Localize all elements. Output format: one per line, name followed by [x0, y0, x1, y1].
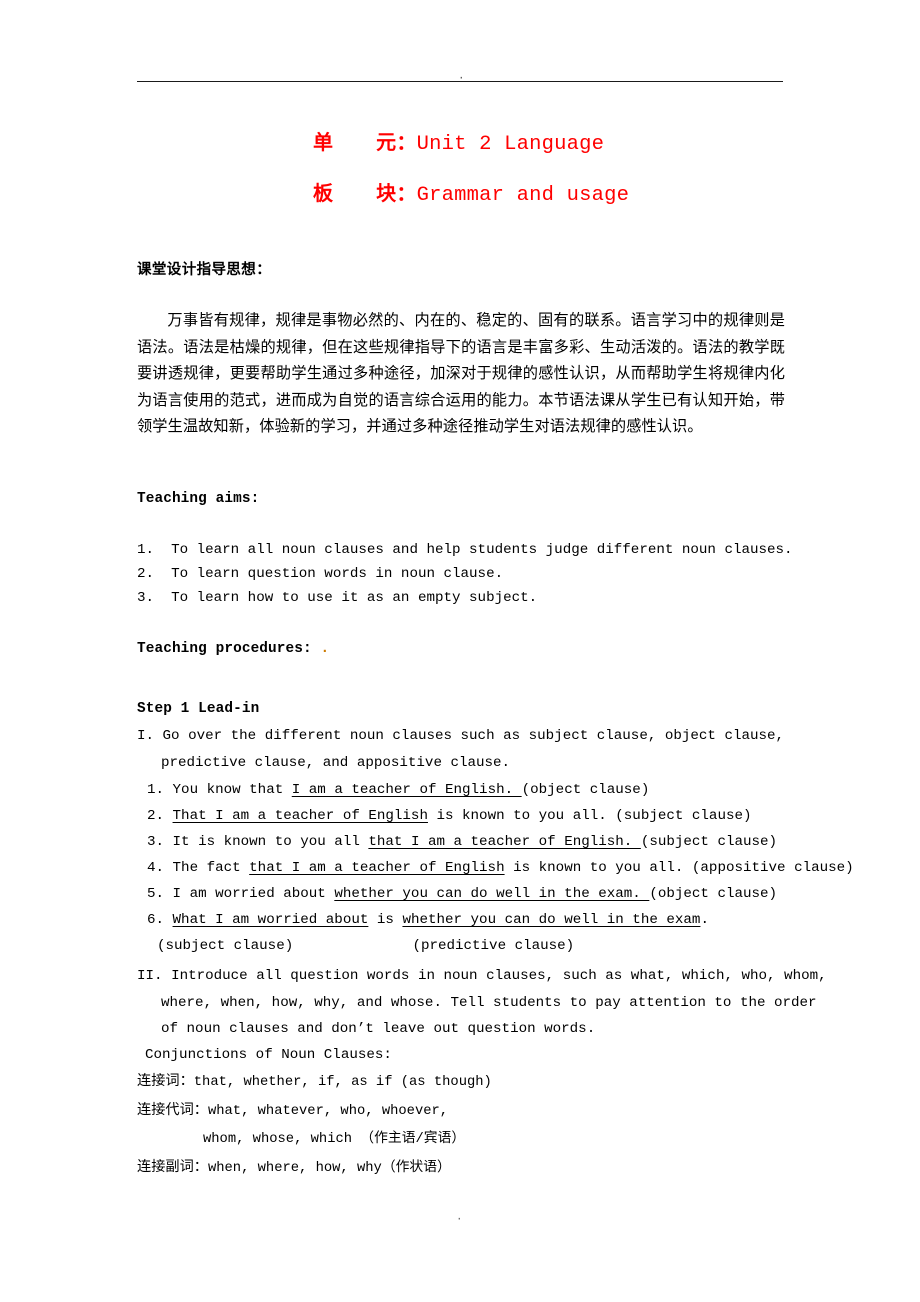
roman-ii-marker: II. [137, 968, 163, 984]
teaching-aim-item: 3. To learn how to use it as an empty su… [137, 586, 785, 610]
header-divider-rule [137, 81, 783, 82]
example-underlined-clause: That I am a teacher of English [172, 808, 428, 824]
conjunction-value: when, where, how, why（作状语） [207, 1160, 451, 1176]
aim-text: To learn how to use it as an empty subje… [171, 590, 538, 606]
example-plain: is [368, 912, 403, 928]
example-plain: The fact [172, 860, 250, 876]
aim-text: To learn all noun clauses and help stude… [171, 542, 793, 558]
roman-i-text1: Go over the different noun clauses such … [162, 728, 785, 744]
example-period: . [700, 912, 709, 928]
example-underlined-clause: whether you can do well in the exam. [334, 886, 650, 902]
teaching-aim-item: 2. To learn question words in noun claus… [137, 562, 785, 586]
title-unit-separator: ： [396, 130, 417, 154]
example6-left-label: (subject clause) [157, 938, 294, 954]
example-row: 3. It is known to you all that I am a te… [137, 829, 785, 855]
conjunction-value: whom, whose, which （作主语/宾语） [203, 1132, 466, 1147]
title-line-section: 板 块：Grammar and usage [137, 169, 783, 220]
example6-right-label: (predictive clause) [412, 938, 575, 954]
conjunction-row: whom, whose, which （作主语/宾语） [137, 1125, 785, 1154]
header-page-marker: · [458, 73, 465, 85]
aim-number: 3. [137, 590, 155, 606]
example-number: 6. [147, 912, 165, 928]
example-number: 3. [147, 834, 165, 850]
step1-roman-i: I. Go over the different noun clauses su… [137, 723, 785, 776]
roman-i-line1: I. Go over the different noun clauses su… [137, 723, 785, 750]
roman-ii-line3: of noun clauses and don’t leave out ques… [161, 1021, 596, 1037]
example-plain: I am worried about [172, 886, 335, 902]
example-underlined-clause: that I am a teacher of English. [368, 834, 641, 850]
aim-text: To learn question words in noun clause. [171, 566, 504, 582]
example-row: 1. You know that I am a teacher of Engli… [137, 777, 785, 803]
conjunction-label: 连接代词： [137, 1101, 208, 1118]
title-section-separator: ： [396, 181, 417, 205]
example-plain: You know that [172, 782, 292, 798]
example-row: 6. What I am worried about is whether yo… [137, 907, 785, 933]
teaching-procedures-trailing-mark: . [320, 641, 330, 657]
aim-number: 1. [137, 542, 155, 558]
example-clause-label: is known to you all. (subject clause) [427, 808, 752, 824]
roman-i-marker: I. [137, 728, 155, 744]
example-row: 5. I am worried about whether you can do… [137, 881, 785, 907]
example-clause-label: (object clause) [521, 782, 650, 798]
example-underlined-clause: I am a teacher of English. [291, 782, 522, 798]
step1-examples-list: 1. You know that I am a teacher of Engli… [137, 777, 854, 959]
conjunction-row: 连接代词：what, whatever, who, whoever, [137, 1097, 785, 1126]
roman-ii-line2: where, when, how, why, and whose. Tell s… [161, 994, 817, 1011]
example-underlined-predicative: whether you can do well in the exam [402, 912, 701, 928]
example-number: 2. [147, 808, 165, 824]
step1-roman-ii: II. Introduce all question words in noun… [137, 963, 827, 1043]
teaching-aims-heading: Teaching aims: [137, 491, 260, 507]
teaching-procedures-heading: Teaching procedures: . [137, 638, 785, 660]
roman-i-line2: predictive clause, and appositive clause… [161, 754, 511, 771]
teaching-procedures-label: Teaching procedures: [137, 641, 312, 657]
conjunctions-list: 连接词：that, whether, if, as if (as though)… [137, 1068, 785, 1182]
example-row: 2. That I am a teacher of English is kno… [137, 803, 785, 829]
example-number: 5. [147, 886, 165, 902]
design-idea-heading: 课堂设计指导思想： [137, 262, 272, 278]
roman-ii-text1: Introduce all question words in noun cla… [171, 968, 827, 984]
title-unit-label-cn: 单 元 [313, 130, 397, 154]
example-row: 4. The fact that I am a teacher of Engli… [137, 855, 854, 881]
teaching-aims-list: 1. To learn all noun clauses and help st… [137, 538, 793, 610]
document-title-block: 单 元：Unit 2 Language 板 块：Grammar and usag… [137, 118, 783, 220]
example-number: 4. [147, 860, 165, 876]
example-number: 1. [147, 782, 165, 798]
title-section-value: Grammar and usage [416, 184, 630, 207]
aim-number: 2. [137, 566, 155, 582]
example-plain: It is known to you all [172, 834, 369, 850]
example-clause-label: (object clause) [649, 886, 778, 902]
footer-page-marker: · [456, 1214, 463, 1226]
example-underlined-subject: What I am worried about [172, 912, 369, 928]
title-section-label-cn: 板 块 [313, 181, 397, 205]
roman-ii-line1: II. Introduce all question words in noun… [137, 963, 827, 990]
conjunction-row: 连接副词：when, where, how, why（作状语） [137, 1154, 785, 1183]
conjunction-label: 连接副词： [137, 1158, 208, 1175]
example-clause-label: (subject clause) [640, 834, 778, 850]
conjunction-label: 连接词： [137, 1073, 194, 1089]
document-page: · 单 元：Unit 2 Language 板 块：Grammar and us… [0, 0, 920, 1302]
conjunction-row: 连接词：that, whether, if, as if (as though) [137, 1068, 785, 1097]
title-line-unit: 单 元：Unit 2 Language [137, 118, 783, 169]
teaching-aim-item: 1. To learn all noun clauses and help st… [137, 538, 793, 562]
design-idea-paragraph: 万事皆有规律，规律是事物必然的、内在的、稳定的、固有的联系。语言学习中的规律则是… [137, 312, 785, 436]
conjunctions-heading: Conjunctions of Noun Clauses: [145, 1047, 392, 1063]
example6-label-row: (subject clause) (predictive clause) [137, 933, 785, 959]
example-clause-label: is known to you all. (appositive clause) [504, 860, 854, 876]
conjunction-value: that, whether, if, as if (as though) [193, 1075, 492, 1090]
example-underlined-clause: that I am a teacher of English [249, 860, 505, 876]
conjunction-value: what, whatever, who, whoever, [207, 1103, 449, 1119]
title-unit-value: Unit 2 Language [416, 133, 605, 156]
step1-heading: Step 1 Lead-in [137, 701, 260, 717]
